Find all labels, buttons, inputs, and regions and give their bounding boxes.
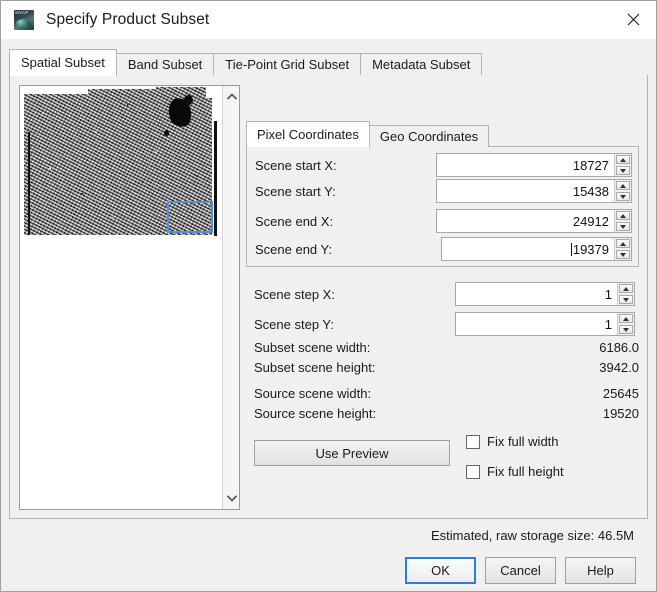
cancel-button[interactable]: Cancel bbox=[485, 557, 556, 584]
info-subset-scene-height: Subset scene height: 3942.0 bbox=[254, 360, 639, 380]
spinner-up-scene-step-x[interactable] bbox=[619, 284, 633, 293]
dark-speck bbox=[164, 130, 169, 136]
spinner-scene-end-y[interactable]: 19379 bbox=[440, 237, 632, 261]
spinner-scene-step-x[interactable] bbox=[455, 282, 635, 306]
spinner-down-scene-step-x[interactable] bbox=[619, 295, 633, 304]
value-subset-scene-width: 6186.0 bbox=[599, 340, 639, 355]
value-source-scene-height: 19520 bbox=[602, 406, 639, 421]
label-scene-step-y: Scene step Y: bbox=[254, 316, 334, 332]
dark-water-region-small bbox=[184, 95, 193, 105]
spinner-scene-start-y[interactable] bbox=[436, 179, 632, 203]
title-bar: Specify Product Subset bbox=[1, 1, 656, 39]
spinner-up-scene-step-y[interactable] bbox=[619, 314, 633, 323]
spinner-up-scene-end-x[interactable] bbox=[616, 211, 630, 220]
tab-tie-point-grid-subset[interactable]: Tie-Point Grid Subset bbox=[213, 53, 362, 76]
row-scene-end-y: Scene end Y: 19379 bbox=[255, 236, 632, 262]
use-preview-button[interactable]: Use Preview bbox=[254, 440, 450, 466]
label-source-scene-width: Source scene width: bbox=[254, 386, 372, 401]
spatial-subset-panel: Pixel Coordinates Geo Coordinates Scene … bbox=[9, 75, 648, 519]
row-scene-end-x: Scene end X: bbox=[255, 208, 632, 234]
subset-selection-rectangle[interactable] bbox=[167, 201, 213, 233]
row-scene-start-x: Scene start X: bbox=[255, 152, 632, 178]
tab-pixel-coordinates[interactable]: Pixel Coordinates bbox=[246, 121, 370, 147]
specify-product-subset-dialog: Specify Product Subset Spatial Subset Ba… bbox=[0, 0, 657, 592]
label-scene-end-x: Scene end X: bbox=[255, 213, 334, 229]
row-scene-step-y: Scene step Y: bbox=[254, 311, 639, 337]
checkbox-label-fix-full-width: Fix full width bbox=[487, 434, 559, 449]
info-source-scene-width: Source scene width: 25645 bbox=[254, 386, 639, 406]
snap-app-icon bbox=[14, 10, 34, 30]
spinner-down-scene-end-y[interactable] bbox=[616, 250, 630, 259]
scene-preview-image bbox=[24, 87, 220, 236]
input-scene-start-y[interactable] bbox=[438, 181, 614, 201]
spinner-down-scene-start-y[interactable] bbox=[616, 192, 630, 201]
coordinates-tab-strip: Pixel Coordinates Geo Coordinates bbox=[246, 121, 490, 147]
checkbox-label-fix-full-height: Fix full height bbox=[487, 464, 564, 479]
row-scene-start-y: Scene start Y: bbox=[255, 178, 632, 204]
checkbox-fix-full-height[interactable]: Fix full height bbox=[466, 464, 564, 479]
scene-preview-thumbnail[interactable] bbox=[20, 86, 223, 509]
label-scene-step-x: Scene step X: bbox=[254, 286, 335, 302]
value-source-scene-width: 25645 bbox=[602, 386, 639, 401]
info-subset-scene-width: Subset scene width: 6186.0 bbox=[254, 340, 639, 360]
main-tab-strip: Spatial Subset Band Subset Tie-Point Gri… bbox=[1, 39, 656, 76]
tab-spatial-subset[interactable]: Spatial Subset bbox=[9, 49, 117, 76]
spinner-down-scene-start-x[interactable] bbox=[616, 166, 630, 175]
tab-metadata-subset[interactable]: Metadata Subset bbox=[360, 53, 483, 76]
spinner-up-scene-start-x[interactable] bbox=[616, 155, 630, 164]
label-subset-scene-width: Subset scene width: bbox=[254, 340, 371, 355]
coordinates-fields-body: Scene start X: Scene start Y: bbox=[246, 146, 639, 267]
spinner-down-scene-step-y[interactable] bbox=[619, 325, 633, 334]
coordinates-panel: Pixel Coordinates Geo Coordinates Scene … bbox=[246, 121, 639, 267]
spinner-down-scene-end-x[interactable] bbox=[616, 222, 630, 231]
checkbox-box-fix-full-height[interactable] bbox=[466, 464, 480, 479]
spinner-scene-end-x[interactable] bbox=[436, 209, 632, 233]
close-icon[interactable] bbox=[610, 1, 656, 38]
info-source-scene-height: Source scene height: 19520 bbox=[254, 406, 639, 426]
input-scene-end-x[interactable] bbox=[438, 211, 614, 231]
label-scene-end-y: Scene end Y: bbox=[255, 241, 333, 257]
spinner-scene-start-x[interactable] bbox=[436, 153, 632, 177]
image-edge-right bbox=[214, 121, 217, 236]
image-border-notch-top-left bbox=[24, 87, 88, 94]
spinner-scene-step-y[interactable] bbox=[455, 312, 635, 336]
chevron-down-icon[interactable] bbox=[223, 490, 239, 507]
image-border-notch-top-middle bbox=[88, 87, 156, 89]
spinner-up-scene-start-y[interactable] bbox=[616, 181, 630, 190]
help-button[interactable]: Help bbox=[565, 557, 636, 584]
input-scene-end-y[interactable]: 19379 bbox=[573, 242, 609, 257]
label-scene-start-y: Scene start Y: bbox=[255, 183, 336, 199]
chevron-up-icon[interactable] bbox=[223, 88, 239, 105]
row-scene-step-x: Scene step X: bbox=[254, 281, 639, 307]
value-subset-scene-height: 3942.0 bbox=[599, 360, 639, 375]
estimated-storage-size: Estimated, raw storage size: 46.5M bbox=[430, 528, 634, 543]
input-scene-start-x[interactable] bbox=[438, 155, 614, 175]
tab-band-subset[interactable]: Band Subset bbox=[115, 53, 215, 76]
label-scene-start-x: Scene start X: bbox=[255, 157, 337, 173]
preview-vertical-scrollbar[interactable] bbox=[222, 86, 239, 509]
label-source-scene-height: Source scene height: bbox=[254, 406, 377, 421]
image-border-notch-top-right bbox=[206, 87, 220, 98]
input-scene-step-x[interactable] bbox=[457, 284, 617, 304]
ok-button[interactable]: OK bbox=[405, 557, 476, 584]
checkbox-fix-full-width[interactable]: Fix full width bbox=[466, 434, 559, 449]
preview-pane bbox=[19, 85, 240, 510]
checkbox-box-fix-full-width[interactable] bbox=[466, 434, 480, 449]
label-subset-scene-height: Subset scene height: bbox=[254, 360, 376, 375]
image-edge-left bbox=[28, 132, 30, 235]
spinner-up-scene-end-y[interactable] bbox=[616, 239, 630, 248]
window-title: Specify Product Subset bbox=[46, 11, 210, 28]
input-scene-step-y[interactable] bbox=[457, 314, 617, 334]
dialog-button-bar: OK Cancel Help bbox=[405, 557, 636, 584]
tab-geo-coordinates[interactable]: Geo Coordinates bbox=[368, 125, 490, 147]
text-caret bbox=[570, 242, 572, 256]
